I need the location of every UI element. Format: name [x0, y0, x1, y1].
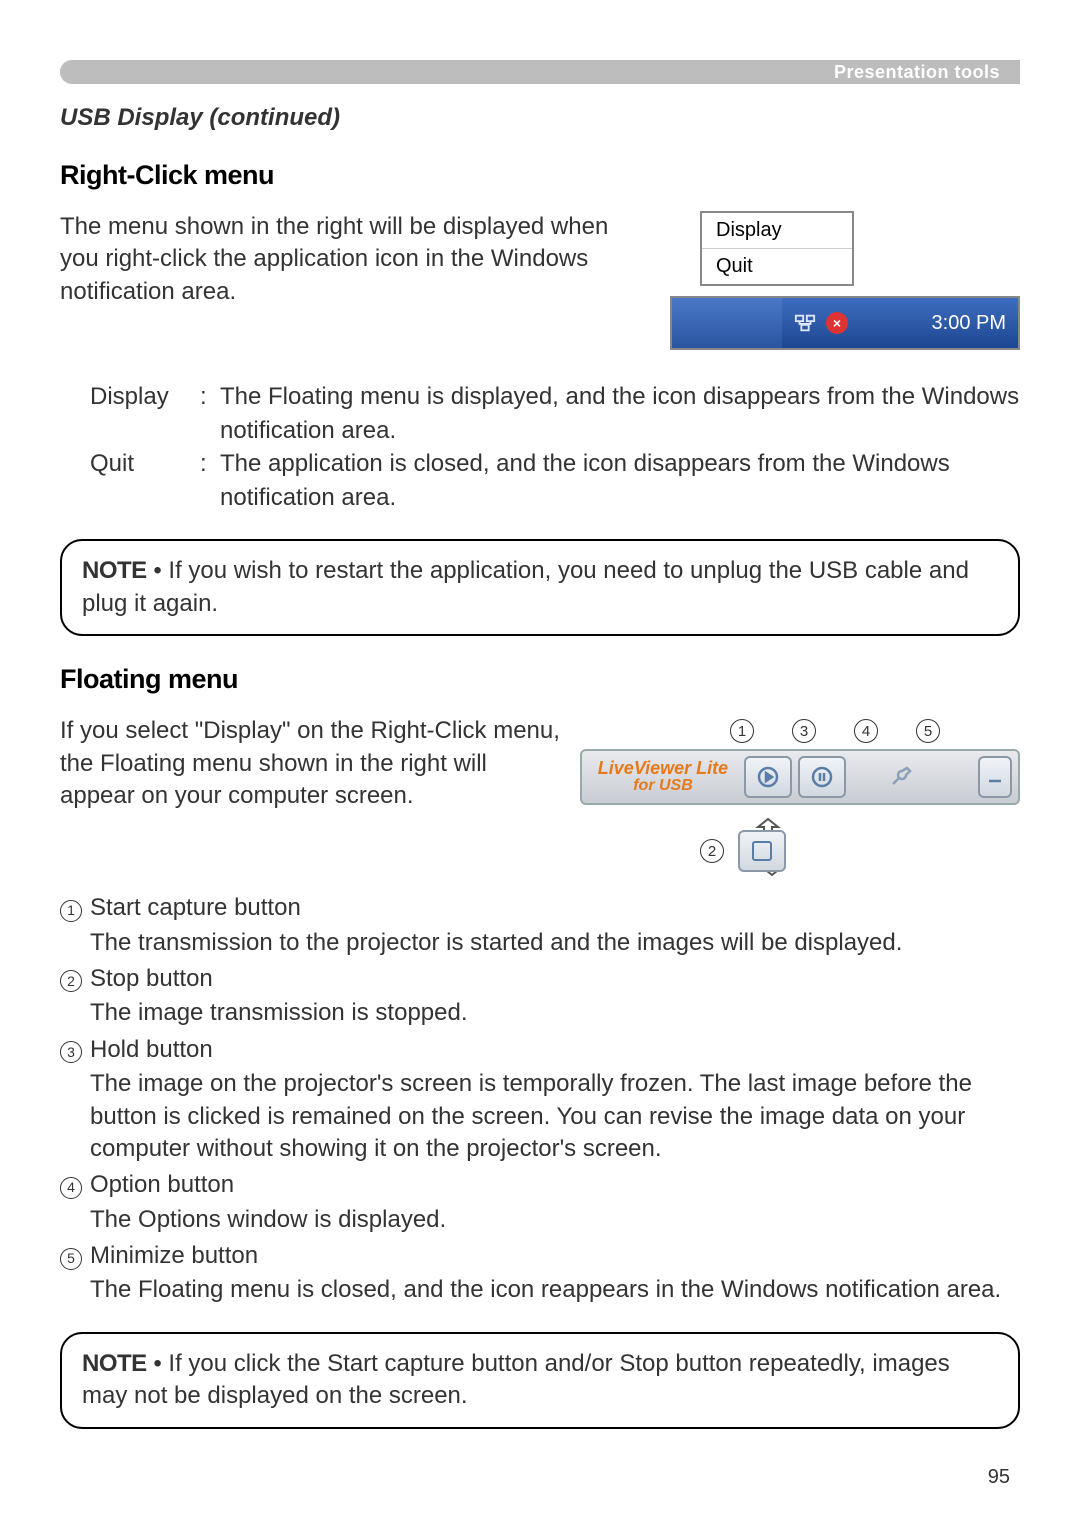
note-label-2: NOTE: [82, 1350, 147, 1377]
floating-toolbar: LiveViewer Lite for USB: [580, 749, 1020, 805]
list-title-5: Minimize button: [90, 1240, 1020, 1272]
floating-menu-item-list: 1 Start capture button The transmission …: [60, 892, 1020, 1307]
list-mark-2: 2: [60, 970, 82, 992]
list-mark-4: 4: [60, 1177, 82, 1199]
toolbar-brand: LiveViewer Lite for USB: [588, 759, 738, 795]
context-menu-quit[interactable]: Quit: [702, 248, 852, 284]
callout-1: 1: [730, 719, 754, 743]
callout-5: 5: [916, 719, 940, 743]
note-label-1: NOTE: [82, 557, 147, 584]
def-term-quit: Quit: [90, 447, 200, 514]
header-bar: Presentation tools: [60, 60, 1020, 84]
option-button[interactable]: [878, 758, 922, 796]
def-desc-display: The Floating menu is displayed, and the …: [220, 380, 1020, 447]
callouts-top: 1 3 4 5: [580, 719, 1020, 743]
callout-4: 4: [854, 719, 878, 743]
wrench-icon: [888, 765, 912, 789]
tray-clock: 3:00 PM: [932, 312, 1006, 335]
list-mark-5: 5: [60, 1248, 82, 1270]
floating-menu-figure: 1 3 4 5 LiveViewer Lite for USB: [580, 715, 1020, 872]
system-tray: × 3:00 PM: [782, 298, 1018, 348]
list-desc-5: The Floating menu is closed, and the ico…: [60, 1274, 1020, 1306]
section-heading-floating: Floating menu: [60, 664, 1020, 695]
list-desc-4: The Options window is displayed.: [60, 1204, 1020, 1236]
list-mark-1: 1: [60, 900, 82, 922]
note-text-1: • If you wish to restart the application…: [82, 557, 969, 616]
start-capture-button[interactable]: [744, 756, 792, 798]
context-menu-display[interactable]: Display: [702, 213, 852, 248]
note-box-2: NOTE • If you click the Start capture bu…: [60, 1332, 1020, 1429]
list-title-4: Option button: [90, 1169, 1020, 1201]
header-category: Presentation tools: [834, 62, 1000, 83]
callout-2: 2: [700, 839, 724, 863]
page-subtitle: USB Display (continued): [60, 104, 1020, 132]
section-heading-rightclick: Right-Click menu: [60, 160, 1020, 191]
list-title-1: Start capture button: [90, 892, 1020, 924]
list-desc-3: The image on the projector's screen is t…: [60, 1068, 1020, 1165]
definition-list: Display : The Floating menu is displayed…: [90, 380, 1020, 514]
pause-icon: [810, 765, 834, 789]
taskbar: × 3:00 PM: [670, 296, 1020, 350]
minimize-icon: [983, 765, 1007, 789]
hold-button[interactable]: [798, 756, 846, 798]
list-title-3: Hold button: [90, 1034, 1020, 1066]
context-menu-figure: Display Quit × 3:00 PM: [670, 211, 1020, 350]
taskbar-left: [672, 298, 782, 348]
context-menu: Display Quit: [700, 211, 854, 286]
list-mark-3: 3: [60, 1041, 82, 1063]
minimize-button[interactable]: [978, 756, 1012, 798]
page-number: 95: [988, 1466, 1010, 1489]
network-icon: [794, 312, 816, 334]
section2-paragraph: If you select "Display" on the Right-Cli…: [60, 715, 560, 812]
section1-paragraph: The menu shown in the right will be disp…: [60, 211, 640, 308]
stop-button[interactable]: [738, 830, 786, 872]
brand-line1: LiveViewer Lite: [588, 759, 738, 778]
close-icon: ×: [826, 312, 848, 334]
list-title-2: Stop button: [90, 963, 1020, 995]
play-icon: [756, 765, 780, 789]
callout-3: 3: [792, 719, 816, 743]
note-text-2: • If you click the Start capture button …: [82, 1350, 950, 1409]
note-box-1: NOTE • If you wish to restart the applic…: [60, 539, 1020, 636]
def-term-display: Display: [90, 380, 200, 447]
list-desc-1: The transmission to the projector is sta…: [60, 927, 1020, 959]
stop-icon: [752, 841, 772, 861]
list-desc-2: The image transmission is stopped.: [60, 997, 1020, 1029]
def-desc-quit: The application is closed, and the icon …: [220, 447, 1020, 514]
brand-line2: for USB: [588, 778, 738, 795]
